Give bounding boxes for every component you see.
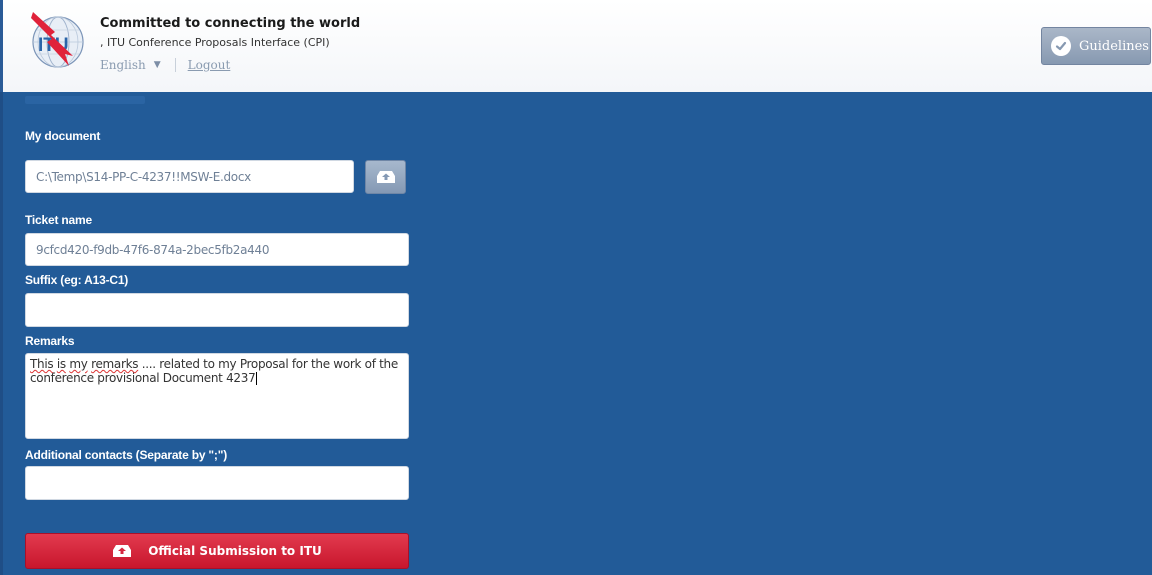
remarks-textarea[interactable]: This is my remarks .... related to my Pr… — [25, 353, 409, 439]
upload-icon — [112, 544, 132, 558]
remarks-word: is — [56, 357, 66, 371]
remarks-word: remarks — [91, 357, 139, 371]
ticket-name-field[interactable]: 9cfcd420-f9db-47f6-874a-2bec5fb2a440 — [25, 233, 409, 266]
app-header: ITU Committed to connecting the world , … — [0, 0, 1152, 92]
divider — [174, 58, 176, 72]
language-selector[interactable]: English ▼ — [100, 58, 161, 72]
header-links: English ▼ Logout — [100, 58, 230, 72]
upload-icon — [376, 171, 395, 183]
submit-label: Official Submission to ITU — [148, 544, 322, 558]
guidelines-label: Guidelines — [1079, 38, 1149, 54]
logout-link[interactable]: Logout — [188, 58, 231, 72]
app-subtitle: , ITU Conference Proposals Interface (CP… — [100, 36, 330, 49]
my-document-label: My document — [25, 129, 101, 143]
guidelines-button[interactable]: Guidelines — [1041, 27, 1151, 65]
text-cursor — [256, 372, 258, 385]
additional-contacts-field[interactable] — [25, 466, 409, 500]
suffix-field[interactable] — [25, 293, 409, 327]
check-icon — [1051, 36, 1071, 56]
document-path-field[interactable]: C:\Temp\S14-PP-C-4237!!MSW-E.docx — [25, 160, 354, 193]
tagline: Committed to connecting the world — [100, 16, 361, 31]
suffix-label: Suffix (eg: A13-C1) — [25, 273, 129, 287]
remarks-text: .... related to my Proposal for the work… — [141, 357, 399, 371]
language-label: English — [100, 58, 146, 72]
official-submission-button[interactable]: Official Submission to ITU — [25, 533, 409, 569]
itu-logo: ITU — [31, 12, 84, 68]
ticket-name-label: Ticket name — [25, 213, 92, 227]
decorative-bar — [25, 96, 145, 104]
upload-button[interactable] — [365, 160, 406, 194]
remarks-label: Remarks — [25, 334, 75, 348]
chevron-down-icon: ▼ — [153, 60, 161, 70]
remarks-word: my — [69, 357, 88, 371]
remarks-text-line2: conference provisional Document 4237 — [30, 371, 256, 385]
remarks-word: This — [30, 357, 54, 371]
additional-contacts-label: Additional contacts (Separate by ";") — [25, 448, 228, 462]
